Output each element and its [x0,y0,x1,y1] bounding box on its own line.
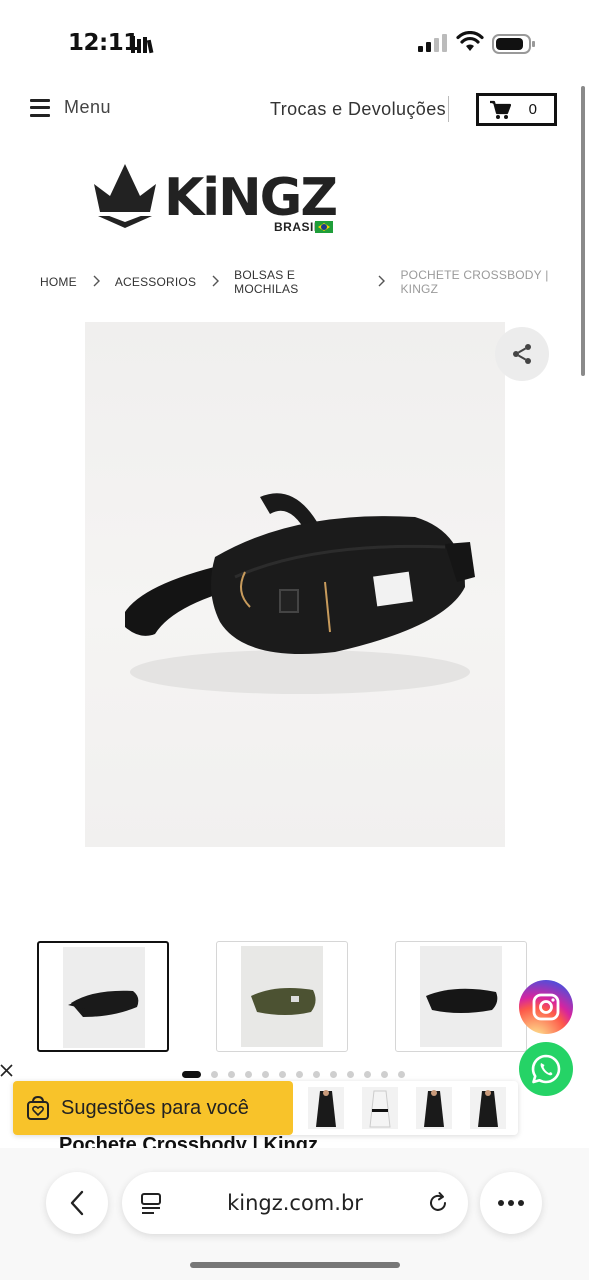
carousel-dot[interactable] [228,1071,235,1078]
whatsapp-icon [531,1054,561,1084]
close-icon[interactable] [0,1062,14,1080]
back-arrow-icon [70,1190,84,1216]
thumbnail-image [420,946,502,1047]
crown-icon [94,164,156,228]
product-thumbnail-3[interactable] [395,941,527,1052]
carousel-dot[interactable] [211,1071,218,1078]
carousel-dot[interactable] [245,1071,252,1078]
carousel-dot[interactable] [279,1071,286,1078]
chevron-right-icon [93,275,101,290]
fanny-pack-illustration [125,493,475,694]
chevron-right-icon [378,275,386,290]
menu-label: Menu [64,97,112,117]
menu-button[interactable]: Menu [30,97,111,118]
reload-icon [430,1192,446,1211]
cart-button[interactable]: 0 [476,93,557,126]
cart-count: 0 [528,101,537,118]
chevron-right-icon [212,275,220,290]
product-thumbnail-2[interactable] [216,941,348,1052]
suggestions-button[interactable]: Sugestões para você [13,1081,293,1135]
thumbnail-image [241,946,323,1047]
carousel-dot[interactable] [381,1071,388,1078]
carousel-dot[interactable] [296,1071,303,1078]
kingz-logo[interactable]: KiNGZ BRASIL [92,160,342,240]
home-indicator [190,1262,400,1268]
product-main-image[interactable] [85,322,505,847]
url-text: kingz.com.br [227,1191,363,1215]
carousel-dot[interactable] [182,1071,201,1078]
carousel-dots [182,1071,415,1078]
carousel-dot[interactable] [398,1071,405,1078]
carousel-dot[interactable] [347,1071,354,1078]
share-icon [513,344,531,364]
back-button[interactable] [46,1172,108,1234]
more-button[interactable] [480,1172,542,1234]
cellular-signal-icon [418,34,447,52]
battery-icon [492,34,535,54]
hamburger-icon [30,98,50,117]
breadcrumb-acessorios[interactable]: ACESSORIOS [115,275,196,289]
product-title: Pochete Crossbody | Kingz [59,1134,318,1148]
product-thumbnail-1[interactable] [37,941,169,1052]
status-bar: 12:11 [0,0,589,80]
suggestion-thumbnail-1[interactable] [308,1087,344,1129]
page-scrollbar[interactable] [581,86,585,376]
breadcrumb-current: POCHETE CROSSBODY | KINGZ [400,268,549,296]
wifi-icon [456,31,484,51]
breadcrumb-bolsas[interactable]: BOLSAS E MOCHILAS [234,268,362,296]
logo-wordmark: KiNGZ [164,168,338,228]
breadcrumb-home[interactable]: HOME [40,275,77,289]
trocas-devolucoes-link[interactable]: Trocas e Devoluções [270,99,446,120]
instagram-button[interactable] [519,980,573,1034]
suggestion-thumbnail-4[interactable] [470,1087,506,1129]
heart-bag-icon [27,1095,49,1120]
carousel-dot[interactable] [262,1071,269,1078]
breadcrumb: HOME ACESSORIOS BOLSAS E MOCHILAS POCHET… [40,268,589,296]
suggestion-thumbnail-2[interactable] [362,1087,398,1129]
cart-icon [490,100,511,119]
instagram-icon [532,993,560,1021]
whatsapp-button[interactable] [519,1042,573,1096]
carousel-dot[interactable] [364,1071,371,1078]
thumbnail-image [63,947,145,1048]
carousel-dot[interactable] [330,1071,337,1078]
carousel-dot[interactable] [313,1071,320,1078]
more-icon [498,1200,524,1206]
header-divider [448,96,449,122]
status-time: 12:11 [68,30,139,56]
library-icon [131,36,154,54]
share-button[interactable] [495,327,549,381]
suggestion-thumbnail-3[interactable] [416,1087,452,1129]
address-bar[interactable]: kingz.com.br [122,1172,468,1234]
brazil-flag-icon [315,221,333,233]
suggestions-label: Sugestões para você [61,1096,249,1119]
